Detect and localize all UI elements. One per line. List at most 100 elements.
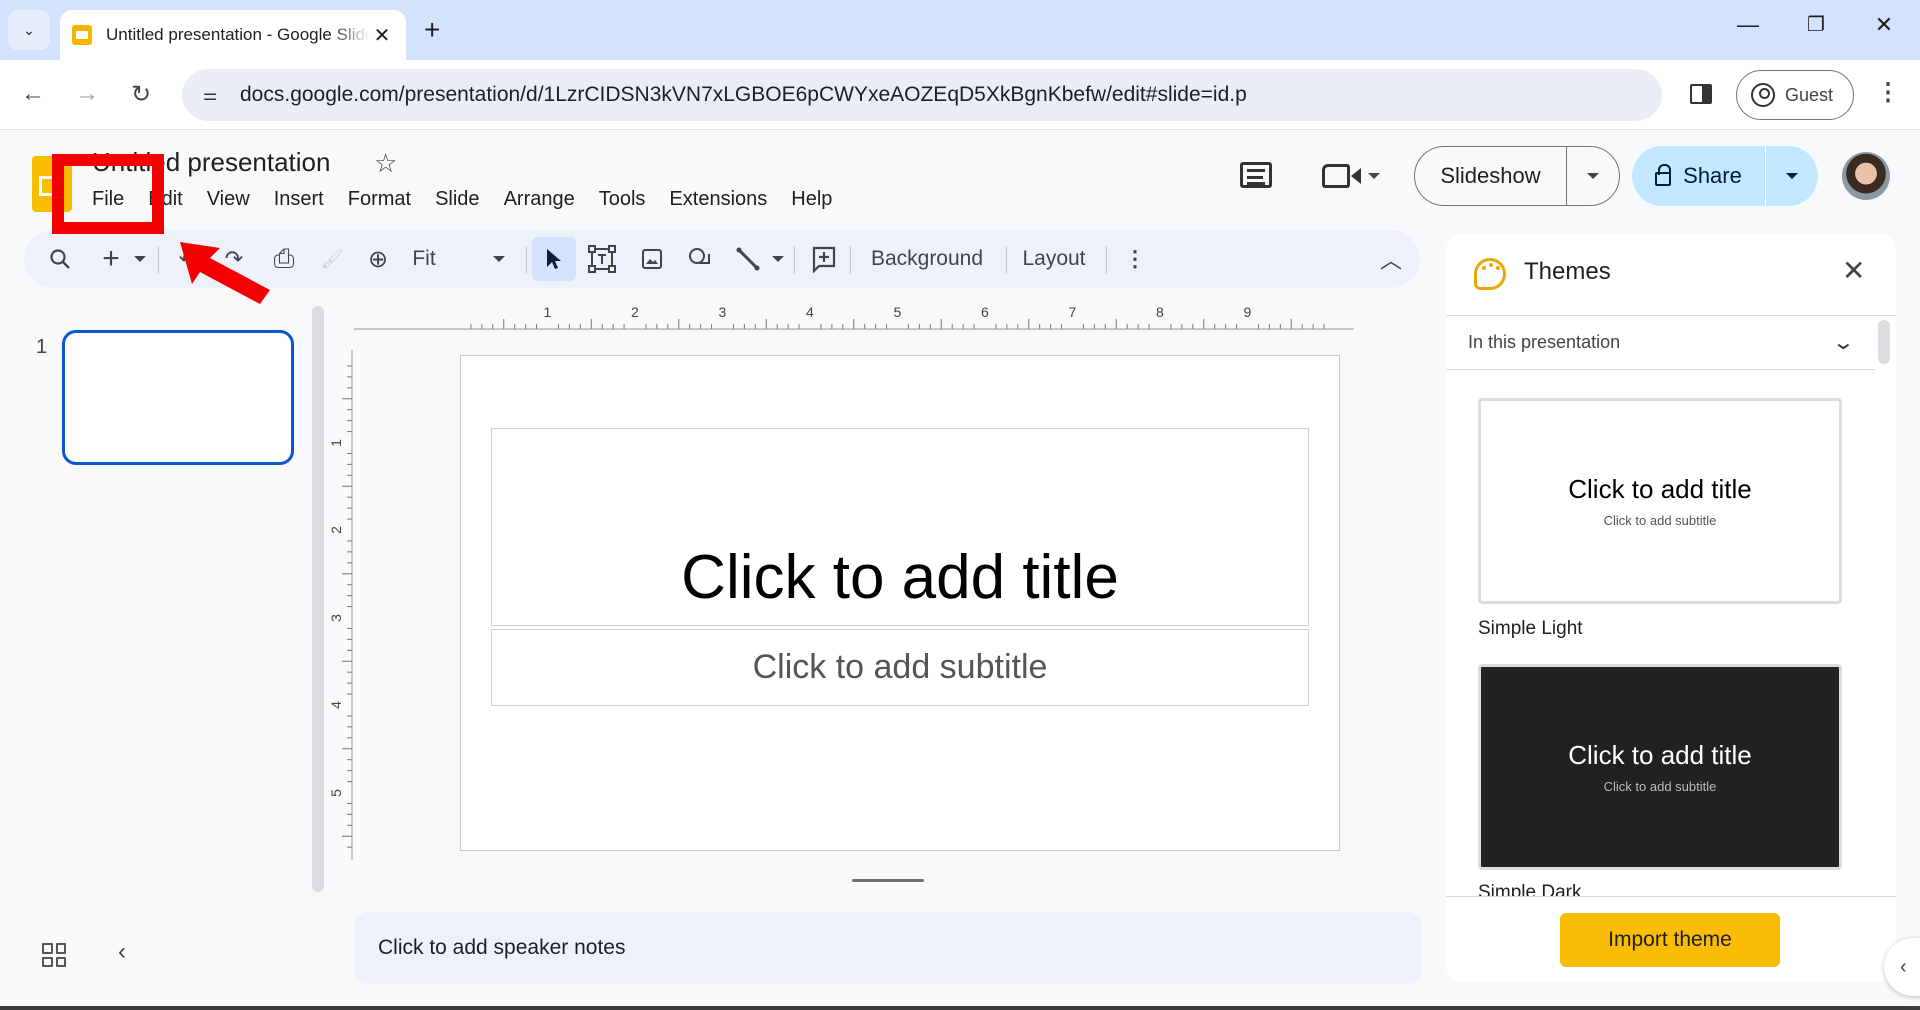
- taskbar-edge: [0, 1006, 1920, 1010]
- new-slide-dropdown[interactable]: [132, 230, 148, 288]
- themes-scrollbar[interactable]: [1878, 320, 1890, 364]
- tab-title: Untitled presentation - Google Slides: [106, 25, 370, 44]
- filmstrip-scrollbar[interactable]: [312, 306, 324, 892]
- ruler-label: 5: [327, 788, 344, 797]
- comments-icon[interactable]: [1240, 162, 1272, 188]
- account-circle-icon: [1751, 83, 1775, 107]
- subtitle-placeholder-text: Click to add subtitle: [752, 648, 1048, 686]
- shape-icon[interactable]: [682, 230, 718, 288]
- zoom-dropdown[interactable]: [490, 230, 508, 288]
- toolbar-divider: [1106, 246, 1107, 274]
- theme-card-simple-dark[interactable]: Click to add title Click to add subtitle: [1478, 664, 1842, 870]
- paint-format-icon[interactable]: 🖌: [314, 230, 350, 288]
- browser-toolbar: ← → ↻ ⚌ docs.google.com/presentation/d/1…: [0, 60, 1920, 130]
- close-themes-icon[interactable]: ✕: [1842, 254, 1865, 287]
- zoom-icon[interactable]: ⊕: [360, 230, 396, 288]
- line-icon[interactable]: [730, 230, 766, 288]
- slide-canvas[interactable]: Click to add title Click to add subtitle: [460, 355, 1340, 851]
- text-box-icon[interactable]: [584, 230, 620, 288]
- slides-favicon-icon: [72, 25, 92, 45]
- tab-close-icon[interactable]: ✕: [370, 23, 394, 48]
- new-tab-button[interactable]: +: [424, 14, 440, 46]
- themes-filter-dropdown[interactable]: In this presentation ⌄: [1446, 316, 1876, 370]
- themes-footer: Import theme: [1446, 896, 1896, 982]
- slideshow-dropdown[interactable]: [1567, 173, 1619, 179]
- browser-menu-icon[interactable]: ⋮: [1876, 78, 1900, 107]
- meet-video-icon[interactable]: [1322, 164, 1361, 188]
- new-slide-plus-icon[interactable]: +: [96, 230, 126, 288]
- slide-number: 1: [36, 336, 48, 358]
- back-arrow-icon[interactable]: ←: [18, 80, 48, 108]
- menu-arrange[interactable]: Arrange: [492, 186, 587, 213]
- collapse-filmstrip-chevron-left-icon[interactable]: ‹: [118, 938, 126, 966]
- star-icon[interactable]: ☆: [374, 148, 397, 179]
- toolbar-divider: [794, 246, 795, 274]
- tab-search-button[interactable]: ⌄: [8, 10, 50, 50]
- themes-panel: Themes ✕ In this presentation ⌄ Click to…: [1446, 234, 1896, 982]
- menu-help[interactable]: Help: [779, 186, 844, 213]
- ruler-label: 3: [327, 613, 344, 622]
- themes-title: Themes: [1524, 258, 1611, 285]
- forward-arrow-icon[interactable]: →: [72, 80, 102, 108]
- ruler-label: 9: [1243, 304, 1252, 320]
- grid-view-icon[interactable]: [42, 943, 66, 967]
- toolbar-divider: [158, 246, 159, 274]
- import-theme-button[interactable]: Import theme: [1560, 913, 1780, 967]
- share-button[interactable]: Share: [1632, 146, 1766, 206]
- annotation-arrow-icon: [180, 242, 270, 304]
- minimize-icon[interactable]: —: [1728, 12, 1768, 38]
- profile-label: Guest: [1785, 84, 1834, 105]
- ruler-label: 5: [893, 304, 902, 320]
- url-text[interactable]: docs.google.com/presentation/d/1LzrCIDSN…: [240, 83, 1247, 107]
- window-close-icon[interactable]: ✕: [1864, 12, 1904, 38]
- toolbar-divider: [1006, 246, 1007, 274]
- title-placeholder[interactable]: Click to add title: [491, 428, 1309, 626]
- background-button[interactable]: Background: [862, 230, 992, 288]
- notes-resize-handle[interactable]: [852, 879, 924, 882]
- collapse-menus-chevron-up-icon[interactable]: ︿: [1376, 230, 1406, 288]
- subtitle-placeholder[interactable]: Click to add subtitle: [491, 629, 1309, 706]
- share-dropdown[interactable]: [1766, 173, 1818, 179]
- browser-tab-active[interactable]: Untitled presentation - Google Slides ✕: [60, 10, 406, 60]
- more-options-icon[interactable]: ⋮: [1120, 230, 1150, 288]
- slide-thumbnail[interactable]: [62, 330, 294, 465]
- theme-preview-subtitle: Click to add subtitle: [1603, 779, 1717, 794]
- themes-header: Themes ✕: [1446, 234, 1896, 316]
- meet-dropdown-caret-icon[interactable]: [1368, 173, 1380, 179]
- menu-slide[interactable]: Slide: [423, 186, 491, 213]
- ruler-label: 1: [543, 304, 552, 320]
- caret-down-icon: [1786, 173, 1798, 179]
- speaker-notes-placeholder: Click to add speaker notes: [378, 936, 626, 959]
- profile-button[interactable]: Guest: [1736, 70, 1854, 120]
- select-cursor-icon[interactable]: [532, 237, 576, 281]
- theme-card-simple-light[interactable]: Click to add title Click to add subtitle: [1478, 398, 1842, 604]
- ruler-label: 2: [327, 526, 344, 534]
- menu-insert[interactable]: Insert: [262, 186, 336, 213]
- restore-icon[interactable]: ❐: [1796, 12, 1836, 37]
- speaker-notes[interactable]: Click to add speaker notes: [354, 912, 1422, 984]
- ruler-label: 6: [981, 304, 989, 320]
- menu-extensions[interactable]: Extensions: [657, 186, 779, 213]
- menu-view[interactable]: View: [195, 186, 262, 213]
- insert-image-icon[interactable]: [634, 230, 670, 288]
- ruler-label: 8: [1156, 304, 1164, 320]
- address-bar[interactable]: ⚌ docs.google.com/presentation/d/1LzrCID…: [182, 69, 1662, 121]
- line-dropdown[interactable]: [770, 230, 786, 288]
- share-button-group: Share: [1632, 146, 1818, 206]
- slideshow-button[interactable]: Slideshow: [1415, 147, 1567, 205]
- side-panel-icon[interactable]: [1690, 84, 1712, 104]
- caret-down-icon: [1587, 173, 1599, 179]
- menu-format[interactable]: Format: [336, 186, 423, 213]
- zoom-value[interactable]: Fit: [404, 230, 444, 288]
- menu-bar: File Edit View Insert Format Slide Arran…: [80, 186, 844, 213]
- layout-button[interactable]: Layout: [1016, 230, 1092, 288]
- site-info-tune-icon[interactable]: ⚌: [190, 75, 230, 115]
- search-menus-icon[interactable]: [40, 230, 80, 288]
- user-avatar[interactable]: [1842, 152, 1890, 200]
- menu-tools[interactable]: Tools: [587, 186, 658, 213]
- slideshow-button-group: Slideshow: [1414, 146, 1620, 206]
- reload-icon[interactable]: ↻: [126, 80, 156, 109]
- add-comment-icon[interactable]: [806, 230, 842, 288]
- lock-icon: [1655, 164, 1672, 186]
- caret-down-icon: [772, 256, 784, 262]
